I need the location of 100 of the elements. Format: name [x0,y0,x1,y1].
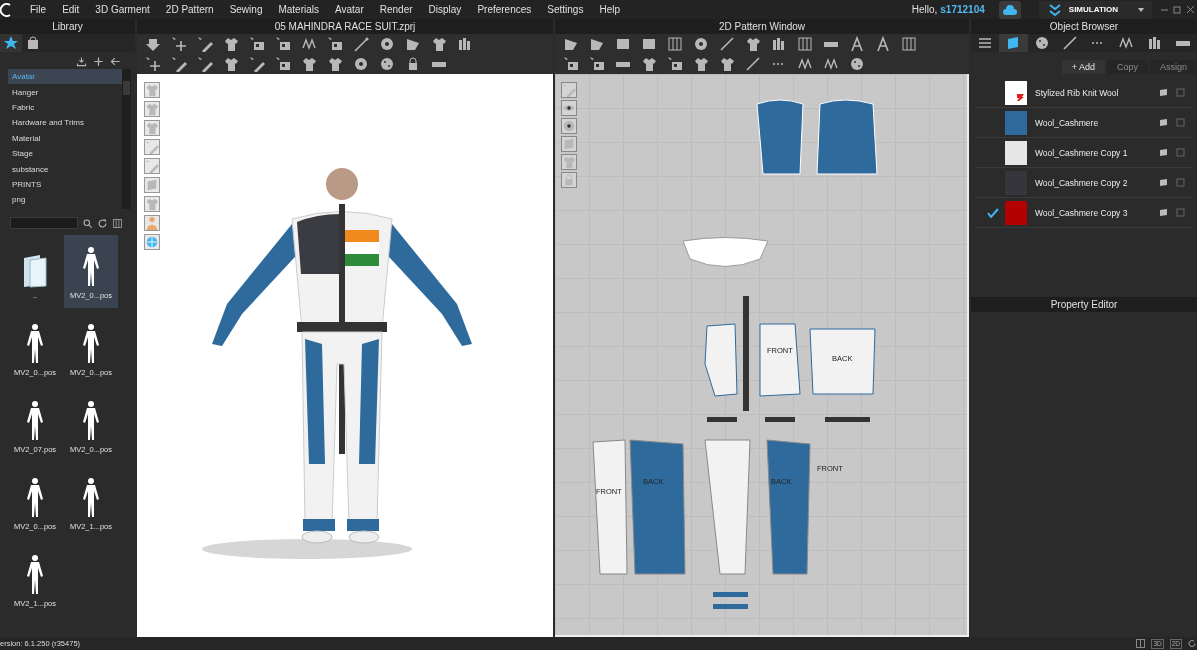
zigzag-icon[interactable] [301,36,317,52]
circle-icon[interactable] [379,36,395,52]
grid-icon[interactable] [667,36,683,52]
cursor-plus-icon[interactable] [145,56,161,72]
category-item[interactable]: Hardware and Trims [8,115,122,131]
circle-icon[interactable] [693,36,709,52]
object-tab[interactable] [999,34,1028,52]
menu-item[interactable]: Materials [270,4,328,15]
fabric-icon[interactable] [1159,178,1168,187]
fabric-icon[interactable] [1159,88,1168,97]
shirt-icon[interactable] [223,36,239,52]
fabric-icon[interactable] [1159,208,1168,217]
circle-icon[interactable] [353,56,369,72]
menu-item[interactable]: Avatar [327,4,372,15]
menu-item[interactable]: Help [591,4,628,15]
pen-icon[interactable] [171,56,187,72]
category-item[interactable]: Stage [8,145,122,162]
pattern-piece[interactable] [629,439,686,575]
menu-item[interactable]: File [22,4,55,15]
back-icon[interactable] [110,56,121,67]
bars-icon[interactable] [1146,35,1163,51]
zigzag-icon[interactable] [797,56,813,72]
scrollbar[interactable] [122,69,131,209]
shirt-icon[interactable] [327,56,343,72]
material-row[interactable]: Stylized Rib Knit Wool [975,78,1193,108]
polygon-icon[interactable] [589,36,605,52]
menu-item[interactable]: Sewing [221,4,271,15]
square-icon[interactable] [641,36,657,52]
shirt-icon[interactable] [719,56,735,72]
pattern-piece[interactable] [704,323,738,397]
shirt-icon[interactable] [641,56,657,72]
search-icon[interactable] [82,217,93,229]
bars-icon[interactable] [457,36,473,52]
pattern-piece[interactable] [592,439,628,575]
material-row[interactable]: Wool_Cashmere Copy 1 [975,138,1193,168]
menu-item[interactable]: Render [371,4,421,15]
split-view-icon[interactable] [1136,639,1146,648]
shirt-icon[interactable] [693,56,709,72]
plus-icon[interactable] [93,56,104,67]
material-action-button[interactable]: + Add [1061,60,1105,74]
download-icon[interactable] [76,56,87,67]
category-item[interactable]: Hanger [8,84,122,100]
text-icon[interactable] [849,36,865,52]
circle-icon[interactable] [561,118,577,134]
square-icon[interactable] [615,36,631,52]
menu-item[interactable]: Edit [54,4,88,15]
category-item[interactable]: PRINTS [8,176,122,193]
menu-item[interactable]: Preferences [469,4,540,15]
grid-icon[interactable] [797,36,813,52]
menu-item[interactable]: 3D Garment [87,4,158,15]
pattern-piece[interactable] [766,439,811,575]
polygon-icon[interactable] [405,36,421,52]
bars-icon[interactable] [771,36,787,52]
grid-icon[interactable] [901,36,917,52]
shirt-icon[interactable] [431,36,447,52]
pen-icon[interactable] [197,56,213,72]
line-icon[interactable] [745,56,761,72]
simulation-mode-dropdown[interactable]: SIMULATION [1038,0,1152,19]
material-row[interactable]: Wool_Cashmere Copy 2 [975,168,1193,198]
line-icon[interactable] [1061,35,1078,51]
list-icon[interactable] [977,35,994,51]
category-item[interactable]: Material [8,130,122,146]
checkmark-icon[interactable] [987,206,999,219]
grid-icon[interactable] [112,217,123,229]
pattern-piece[interactable] [759,323,801,397]
menu-item[interactable]: Settings [539,4,592,15]
menu-item[interactable]: 2D Pattern [157,4,222,15]
category-item[interactable]: Avatar [8,69,122,85]
pen-icon[interactable] [197,36,213,52]
shirt-icon[interactable] [223,56,239,72]
zigzag-icon[interactable] [823,56,839,72]
fabric-icon[interactable] [1159,118,1168,127]
down-arrow-icon[interactable] [145,36,161,52]
polygon-icon[interactable] [563,36,579,52]
close-icon[interactable] [1186,5,1195,14]
category-item[interactable]: substance [8,161,122,177]
menu-item[interactable]: Display [420,4,470,15]
username-link[interactable]: s1712104 [940,4,985,15]
shirt-icon[interactable] [301,56,317,72]
button-icon[interactable] [379,56,395,72]
line-icon[interactable] [719,36,735,52]
shirt-icon[interactable] [745,36,761,52]
text-icon[interactable] [875,36,891,52]
zigzag-icon[interactable] [1118,35,1135,51]
refresh-icon[interactable] [1188,639,1197,648]
category-item[interactable]: png [8,192,122,208]
button-icon[interactable] [849,56,865,72]
pattern-piece[interactable] [809,328,876,395]
cursor-plus-icon[interactable] [171,36,187,52]
material-row[interactable]: Wool_Cashmere Copy 3 [975,198,1193,228]
material-row[interactable]: Wool_Cashmere [975,108,1193,138]
refresh-icon[interactable] [97,217,108,229]
search-field[interactable] [10,217,78,229]
category-item[interactable]: Fabric [8,99,122,116]
fabric-icon[interactable] [1159,148,1168,157]
pen-icon[interactable] [249,56,265,72]
button-icon[interactable] [1033,35,1050,51]
restore-icon[interactable] [1173,5,1182,14]
eye-icon[interactable] [561,100,577,116]
material-name: Stylized Rib Knit Wool [1035,87,1120,98]
